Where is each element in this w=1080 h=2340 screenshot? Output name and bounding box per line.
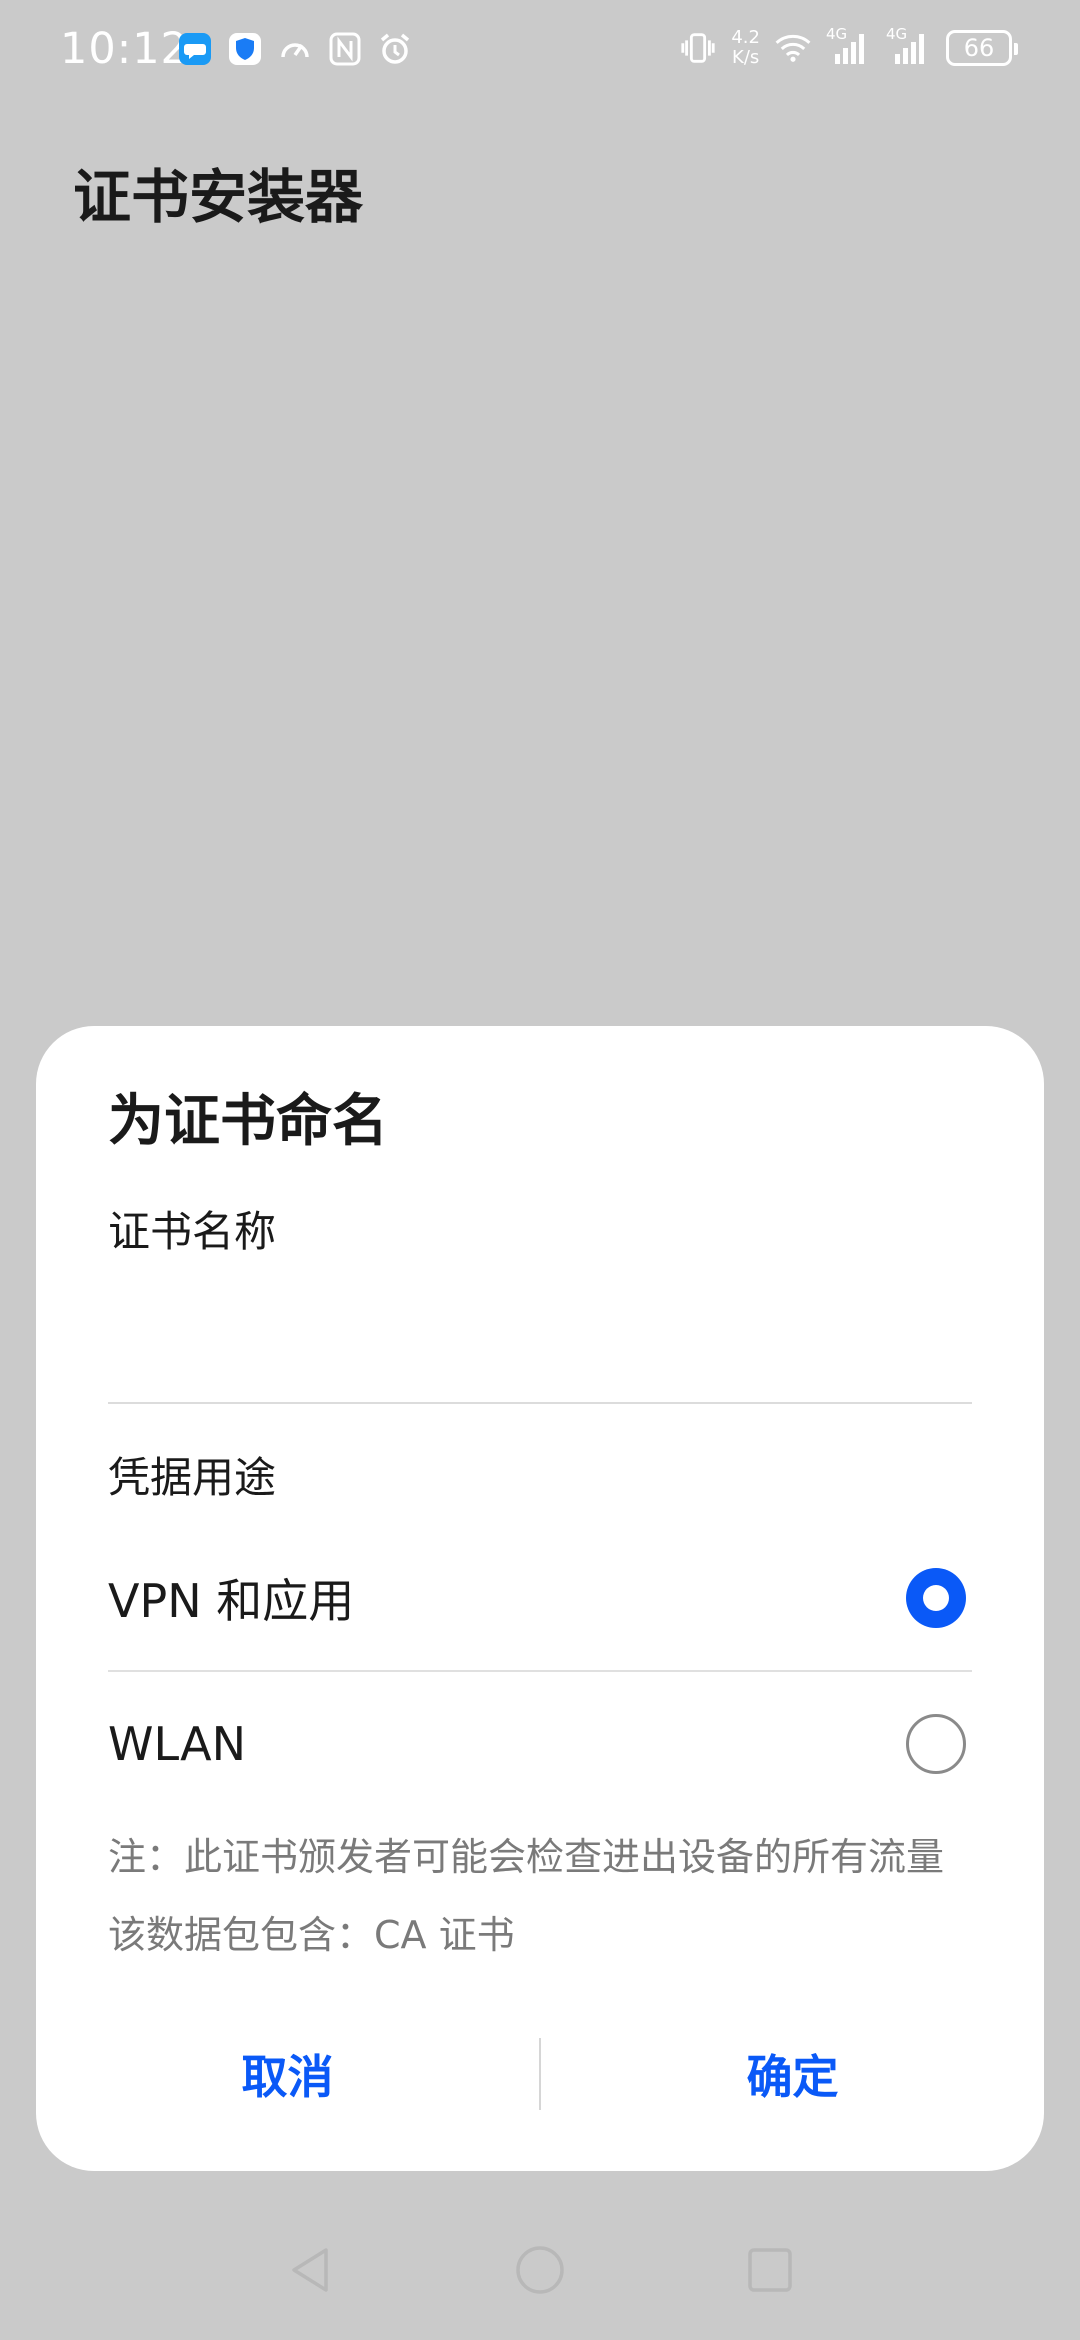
credential-usage-label: 凭据用途 [108,1453,277,1502]
back-icon[interactable] [280,2240,340,2300]
option-wlan[interactable]: WLAN [108,1672,972,1816]
shield-icon [226,30,264,68]
option-label: WLAN [108,1717,247,1771]
signal-type-label: 4G [886,25,908,43]
home-icon[interactable] [510,2240,570,2300]
option-vpn-and-apps[interactable]: VPN 和应用 [108,1526,972,1672]
network-speed-value: 4.2 [731,27,760,48]
network-speed: 4.2 K/s [731,28,760,68]
radio-selected-icon[interactable] [906,1568,966,1628]
cancel-button[interactable]: 取消 [36,2040,539,2108]
certificate-name-input[interactable] [108,1266,972,1404]
package-contents-note: 该数据包包含：CA 证书 [108,1913,515,1957]
network-speed-unit: K/s [732,47,760,68]
app-title: 证书安装器 [73,163,364,231]
speedometer-icon [276,30,314,68]
confirm-button[interactable]: 确定 [541,2040,1044,2108]
certificate-name-label: 证书名称 [108,1207,277,1256]
message-icon [176,30,214,68]
status-bar: 10:12 4.2 K/s 4G 4G 66 [0,0,1080,100]
signal-type-label: 4G [826,25,848,43]
signal-icon: 4G [826,25,872,67]
battery-icon: 66 [946,30,1018,66]
recents-icon[interactable] [740,2240,800,2300]
battery-level: 66 [963,34,995,62]
alarm-icon [376,30,414,68]
dialog-buttons: 取消 确定 [36,2029,1044,2119]
wifi-icon [774,29,812,67]
signal-icon: 4G [886,25,932,67]
vibrate-icon [679,29,717,67]
notification-icons [176,30,414,68]
nfc-icon [326,30,364,68]
navigation-bar [0,2240,1080,2320]
clock: 10:12 [60,24,189,74]
system-status-icons: 4.2 K/s 4G 4G 66 [679,25,1018,68]
option-label: VPN 和应用 [108,1574,355,1628]
dialog-title: 为证书命名 [108,1089,388,1154]
traffic-warning-note: 注：此证书颁发者可能会检查进出设备的所有流量 [108,1835,945,1879]
name-certificate-dialog: 为证书命名 证书名称 凭据用途 VPN 和应用 WLAN 注：此证书颁发者可能会… [36,1026,1044,2171]
radio-unselected-icon[interactable] [906,1714,966,1774]
